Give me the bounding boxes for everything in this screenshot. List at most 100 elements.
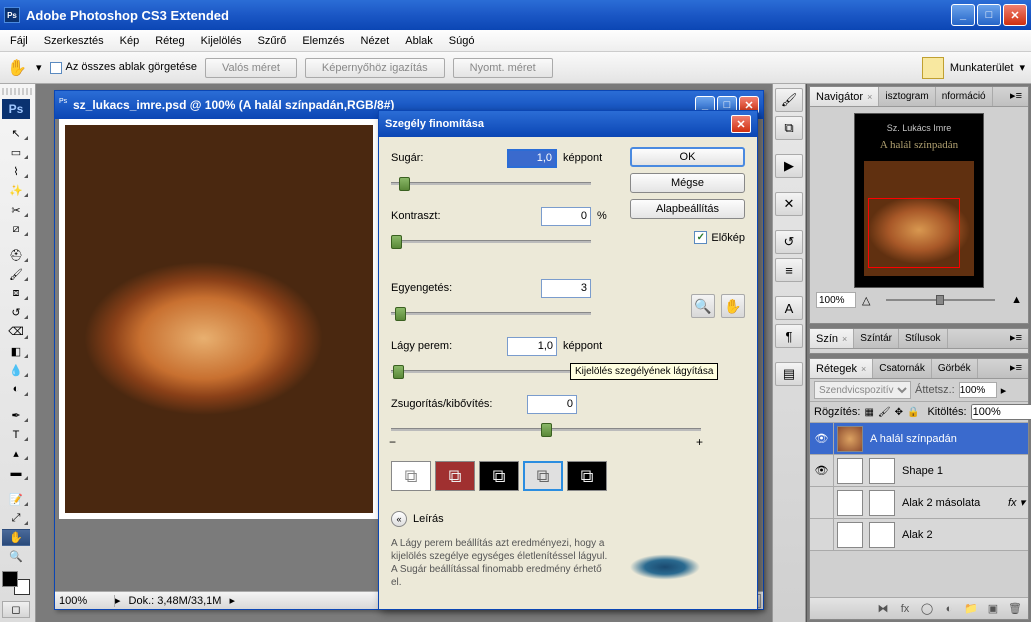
wand-tool[interactable]: ✨ (2, 182, 30, 199)
lock-transparent-icon[interactable]: ▦ (864, 405, 873, 419)
menu-edit[interactable]: Szerkesztés (38, 33, 110, 49)
layer-mask-thumb[interactable] (869, 458, 895, 484)
blend-mode-select[interactable]: Szendvicspozitív (814, 381, 911, 399)
nav-zoomout-icon[interactable]: △ (862, 294, 870, 307)
dock-paragraph-icon[interactable]: ¶ (775, 324, 803, 348)
color-menu-icon[interactable]: ▸≡ (1004, 329, 1028, 348)
group-icon[interactable]: 📁 (962, 601, 980, 617)
zoom-field[interactable]: 100% (55, 595, 115, 607)
link-layers-icon[interactable]: ⧓ (874, 601, 892, 617)
visibility-icon[interactable] (810, 487, 834, 518)
layer-row[interactable]: Alak 2 (810, 519, 1028, 551)
zoom-tool-icon[interactable]: 🔍 (691, 294, 715, 318)
tab-swatches[interactable]: Színtár (854, 329, 899, 348)
preview-overlay-icon[interactable]: ⧉ (435, 461, 475, 491)
description-toggle-icon[interactable]: « (391, 511, 407, 527)
layer-name[interactable]: Shape 1 (898, 465, 1028, 477)
blur-tool[interactable]: 💧 (2, 362, 30, 379)
pen-tool[interactable]: ✒ (2, 407, 30, 424)
menu-layer[interactable]: Réteg (149, 33, 190, 49)
healing-tool[interactable]: ⛑ (2, 247, 30, 264)
tab-paths[interactable]: Görbék (932, 359, 978, 378)
stamp-tool[interactable]: ⧈ (2, 285, 30, 302)
layer-row[interactable]: 👁 A halál színpadán (810, 423, 1028, 455)
type-tool[interactable]: T (2, 426, 30, 443)
dialog-close-button[interactable]: ✕ (731, 115, 751, 133)
dialog-titlebar[interactable]: Szegély finomítása ✕ (379, 111, 757, 137)
lasso-tool[interactable]: ⌇ (2, 163, 30, 180)
layers-menu-icon[interactable]: ▸≡ (1004, 359, 1028, 378)
preview-white-icon[interactable]: ⧉ (523, 461, 563, 491)
layer-row[interactable]: 👁 Shape 1 (810, 455, 1028, 487)
layer-row[interactable]: Alak 2 másolata fx ▾ (810, 487, 1028, 519)
tab-styles[interactable]: Stílusok (899, 329, 948, 348)
visibility-icon[interactable] (810, 519, 834, 550)
workspace-dropdown-icon[interactable]: ▾ (1019, 61, 1025, 74)
radius-input[interactable] (507, 149, 557, 168)
preview-checkbox[interactable]: ✓Előkép (694, 231, 745, 244)
radius-slider[interactable] (391, 175, 591, 193)
menu-file[interactable]: Fájl (4, 33, 34, 49)
zoom-tool[interactable]: 🔍 (2, 548, 30, 565)
dock-play-icon[interactable]: ▶ (775, 154, 803, 178)
default-button[interactable]: Alapbeállítás (630, 199, 745, 219)
navigator-zoom-slider[interactable] (876, 293, 1005, 307)
move-tool[interactable]: ↖ (2, 125, 30, 142)
document-info[interactable]: Dok.: 3,48M/33,1M (121, 595, 230, 607)
hand-tool[interactable]: ✋ (2, 529, 30, 546)
minimize-button[interactable]: _ (951, 4, 975, 26)
preview-black-icon[interactable]: ⧉ (479, 461, 519, 491)
hand-tool-icon[interactable]: ✋ (721, 294, 745, 318)
menu-help[interactable]: Súgó (443, 33, 481, 49)
smooth-slider[interactable] (391, 305, 591, 323)
layer-thumb[interactable] (837, 426, 863, 452)
opacity-input[interactable] (959, 382, 997, 398)
visibility-icon[interactable]: 👁 (810, 423, 834, 454)
visibility-icon[interactable]: 👁 (810, 455, 834, 486)
preview-mask-icon[interactable]: ⧉ (567, 461, 607, 491)
print-size-button[interactable]: Nyomt. méret (453, 58, 553, 78)
dropdown-arrow-icon[interactable]: ▾ (36, 61, 42, 74)
dock-actions-icon[interactable]: ≡ (775, 258, 803, 282)
fill-input[interactable] (971, 404, 1031, 420)
lock-all-icon[interactable]: 🔒 (907, 405, 919, 419)
navigator-viewbox[interactable] (868, 198, 960, 268)
dock-clone-icon[interactable]: ⧉ (775, 116, 803, 140)
lock-pixels-icon[interactable]: 🖌 (878, 405, 891, 419)
adjustment-layer-icon[interactable]: ◐ (940, 601, 958, 617)
navigator-thumbnail[interactable]: Sz. Lukács Imre A halál színpadán (854, 113, 984, 288)
tab-layers[interactable]: Rétegek× (810, 359, 873, 378)
close-button[interactable]: ✕ (1003, 4, 1027, 26)
ok-button[interactable]: OK (630, 147, 745, 167)
actual-pixels-button[interactable]: Valós méret (205, 58, 297, 78)
tab-color[interactable]: Szín× (810, 329, 854, 348)
feather-input[interactable] (507, 337, 557, 356)
smooth-input[interactable] (541, 279, 591, 298)
layer-thumb[interactable] (837, 458, 863, 484)
tab-navigator[interactable]: Navigátor× (810, 87, 879, 106)
contrast-input[interactable] (541, 207, 591, 226)
menu-view[interactable]: Nézet (355, 33, 396, 49)
dock-character-icon[interactable]: A (775, 296, 803, 320)
quick-mask-button[interactable]: ◻ (2, 601, 30, 618)
menu-filter[interactable]: Szűrő (252, 33, 293, 49)
eyedropper-tool[interactable]: ⤢ (2, 510, 30, 527)
bridge-icon[interactable] (922, 57, 944, 79)
slice-tool[interactable]: ⧄ (2, 221, 30, 238)
layer-name[interactable]: A halál színpadán (866, 433, 1028, 445)
tab-info[interactable]: nformáció (936, 87, 993, 106)
toolbox-grip[interactable] (2, 88, 33, 95)
dodge-tool[interactable]: ◐ (2, 381, 30, 398)
path-select-tool[interactable]: ▴ (2, 445, 30, 462)
dock-history-icon[interactable]: ↺ (775, 230, 803, 254)
layer-thumb[interactable] (837, 490, 863, 516)
fx-icon[interactable]: fx ▾ (1008, 496, 1028, 509)
layer-name[interactable]: Alak 2 (898, 529, 1028, 541)
opacity-arrow-icon[interactable]: ▸ (1001, 384, 1007, 397)
feather-slider[interactable] (391, 363, 591, 381)
dock-layercomps-icon[interactable]: ▤ (775, 362, 803, 386)
tab-channels[interactable]: Csatornák (873, 359, 932, 378)
shape-tool[interactable]: ▬ (2, 464, 30, 481)
menu-select[interactable]: Kijelölés (195, 33, 248, 49)
new-layer-icon[interactable]: ▣ (984, 601, 1002, 617)
